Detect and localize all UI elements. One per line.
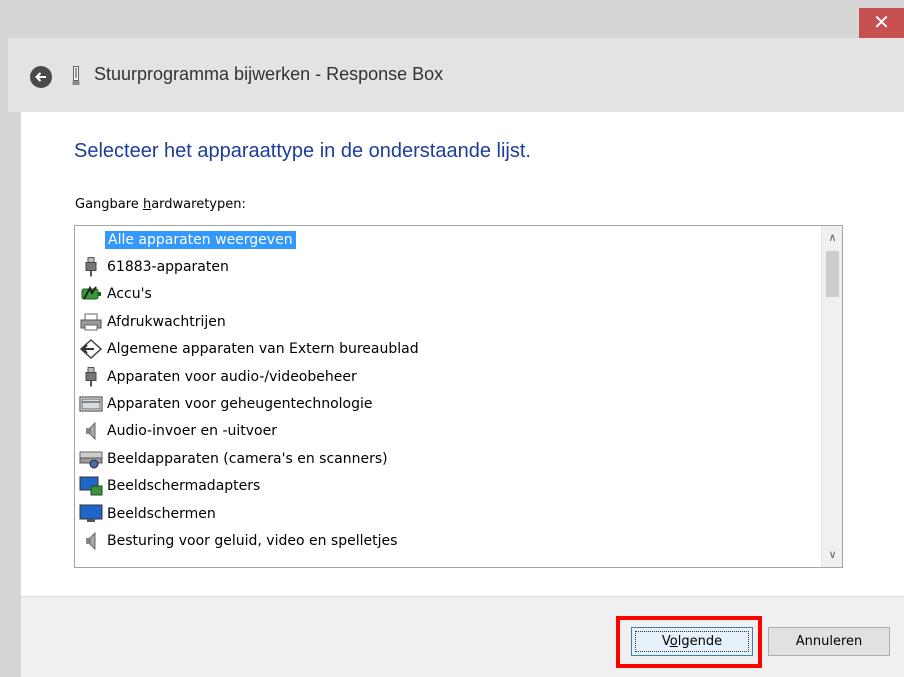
memory-card-icon [78, 394, 104, 414]
list-items: Alle apparaten weergeven 61883-apparaten… [75, 226, 791, 555]
list-item[interactable]: Beeldschermen [75, 500, 791, 527]
vertical-scrollbar[interactable]: ∧ ∨ [821, 226, 842, 567]
usb-plug-icon [78, 257, 104, 277]
speaker-icon [78, 531, 104, 551]
list-item-label: 61883-apparaten [107, 259, 229, 276]
list-item-label: Besturing voor geluid, video en spelletj… [107, 532, 398, 549]
list-item[interactable]: Apparaten voor audio-/videobeheer [75, 363, 791, 390]
instruction-heading: Selecteer het apparaattype in de onderst… [74, 140, 531, 162]
list-item-label: Beeldschermadapters [107, 478, 261, 495]
list-item[interactable]: Audio-invoer en -uitvoer [75, 418, 791, 445]
list-item[interactable]: Beeldapparaten (camera's en scanners) [75, 445, 791, 472]
list-item[interactable]: Algemene apparaten van Extern bureaublad [75, 336, 791, 363]
usb-plug-icon [78, 366, 104, 387]
close-button[interactable]: ✕ [859, 8, 904, 38]
list-item[interactable]: Afdrukwachtrijen [75, 308, 791, 335]
device-icon [72, 66, 80, 86]
display-adapter-icon [78, 476, 104, 496]
speaker-icon [78, 421, 104, 441]
dialog-header: Stuurprogramma bijwerken - Response Box [8, 38, 904, 112]
list-item-label: Beeldschermen [107, 505, 216, 522]
list-item[interactable]: Beeldschermadapters [75, 473, 791, 500]
monitor-icon [78, 504, 104, 524]
hardware-types-label: Gangbare hardwaretypen: [75, 197, 246, 212]
battery-icon [78, 284, 104, 304]
scroll-down-icon[interactable]: ∨ [822, 545, 842, 565]
list-item-label: Afdrukwachtrijen [107, 313, 226, 330]
arrow-left-icon [35, 71, 47, 87]
hardware-types-listbox[interactable]: Alle apparaten weergeven 61883-apparaten… [74, 225, 843, 568]
list-item[interactable]: Apparaten voor geheugentechnologie [75, 390, 791, 417]
highlight-box [616, 616, 762, 668]
list-item-label: Apparaten voor audio-/videobeheer [107, 368, 357, 385]
remote-desktop-icon [78, 339, 104, 360]
list-item-label: Alle apparaten weergeven [105, 230, 296, 249]
dialog-title: Stuurprogramma bijwerken - Response Box [94, 64, 444, 84]
update-driver-window: ✕ Stuurprogramma bijwerken - Response Bo… [0, 0, 904, 677]
list-item-label: Apparaten voor geheugentechnologie [107, 396, 373, 413]
close-icon: ✕ [873, 10, 890, 34]
dialog-footer: Volgende Annuleren [21, 596, 904, 677]
list-item-label: Audio-invoer en -uitvoer [107, 423, 277, 440]
list-item-label: Accu's [107, 286, 152, 303]
list-item-show-all[interactable]: Alle apparaten weergeven [75, 226, 791, 253]
scroll-thumb[interactable] [826, 251, 839, 297]
list-item[interactable]: Besturing voor geluid, video en spelletj… [75, 527, 791, 554]
content-area: Selecteer het apparaattype in de onderst… [21, 112, 904, 596]
cancel-button[interactable]: Annuleren [768, 627, 890, 656]
camera-scanner-icon [78, 449, 104, 469]
list-item-label: Algemene apparaten van Extern bureaublad [107, 341, 419, 358]
window-frame [0, 0, 8, 677]
list-item[interactable]: Accu's [75, 281, 791, 308]
list-item-label: Beeldapparaten (camera's en scanners) [107, 450, 388, 467]
list-item[interactable]: 61883-apparaten [75, 253, 791, 280]
printer-icon [78, 312, 104, 332]
scroll-up-icon[interactable]: ∧ [822, 228, 842, 248]
back-button[interactable] [30, 66, 52, 88]
